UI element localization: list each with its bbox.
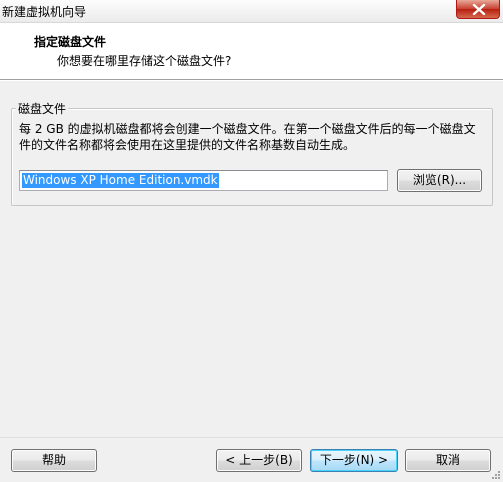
header-divider (0, 80, 503, 81)
wizard-window: 新建虚拟机向导 指定磁盘文件 你想要在哪里存储这个磁盘文件? 磁盘文件 每 2 … (0, 0, 503, 482)
selected-text: Windows XP Home Edition.vmdk (22, 173, 219, 188)
disk-file-description: 每 2 GB 的虚拟机磁盘都将会创建一个磁盘文件。在第一个磁盘文件后的每一个磁盘… (19, 121, 489, 153)
help-button[interactable]: 帮助 (11, 449, 97, 472)
disk-file-name-input[interactable]: Windows XP Home Edition.vmdk (19, 170, 388, 191)
next-button[interactable]: 下一步(N) > (310, 449, 398, 472)
browse-button[interactable]: 浏览(R)... (397, 169, 482, 192)
close-button[interactable] (456, 0, 500, 19)
title-bar[interactable]: 新建虚拟机向导 (0, 0, 503, 23)
back-button[interactable]: < 上一步(B) (216, 449, 302, 472)
close-icon (472, 4, 486, 15)
page-title: 指定磁盘文件 (34, 35, 107, 49)
group-legend: 磁盘文件 (16, 100, 69, 117)
footer-divider (0, 437, 503, 438)
window-title: 新建虚拟机向导 (2, 5, 87, 19)
description-line: 每 2 GB 的虚拟机磁盘都将会创建一个磁盘文件。在第一个磁盘文件后的每一个磁盘… (19, 122, 476, 136)
resize-grip-icon[interactable] (490, 469, 501, 480)
cancel-button[interactable]: 取消 (405, 449, 491, 472)
wizard-header: 指定磁盘文件 你想要在哪里存储这个磁盘文件? (0, 23, 503, 80)
description-line: 件的文件名称都将会使用在这里提供的文件名称基数自动生成。 (19, 138, 356, 152)
page-subtitle: 你想要在哪里存储这个磁盘文件? (57, 54, 232, 68)
